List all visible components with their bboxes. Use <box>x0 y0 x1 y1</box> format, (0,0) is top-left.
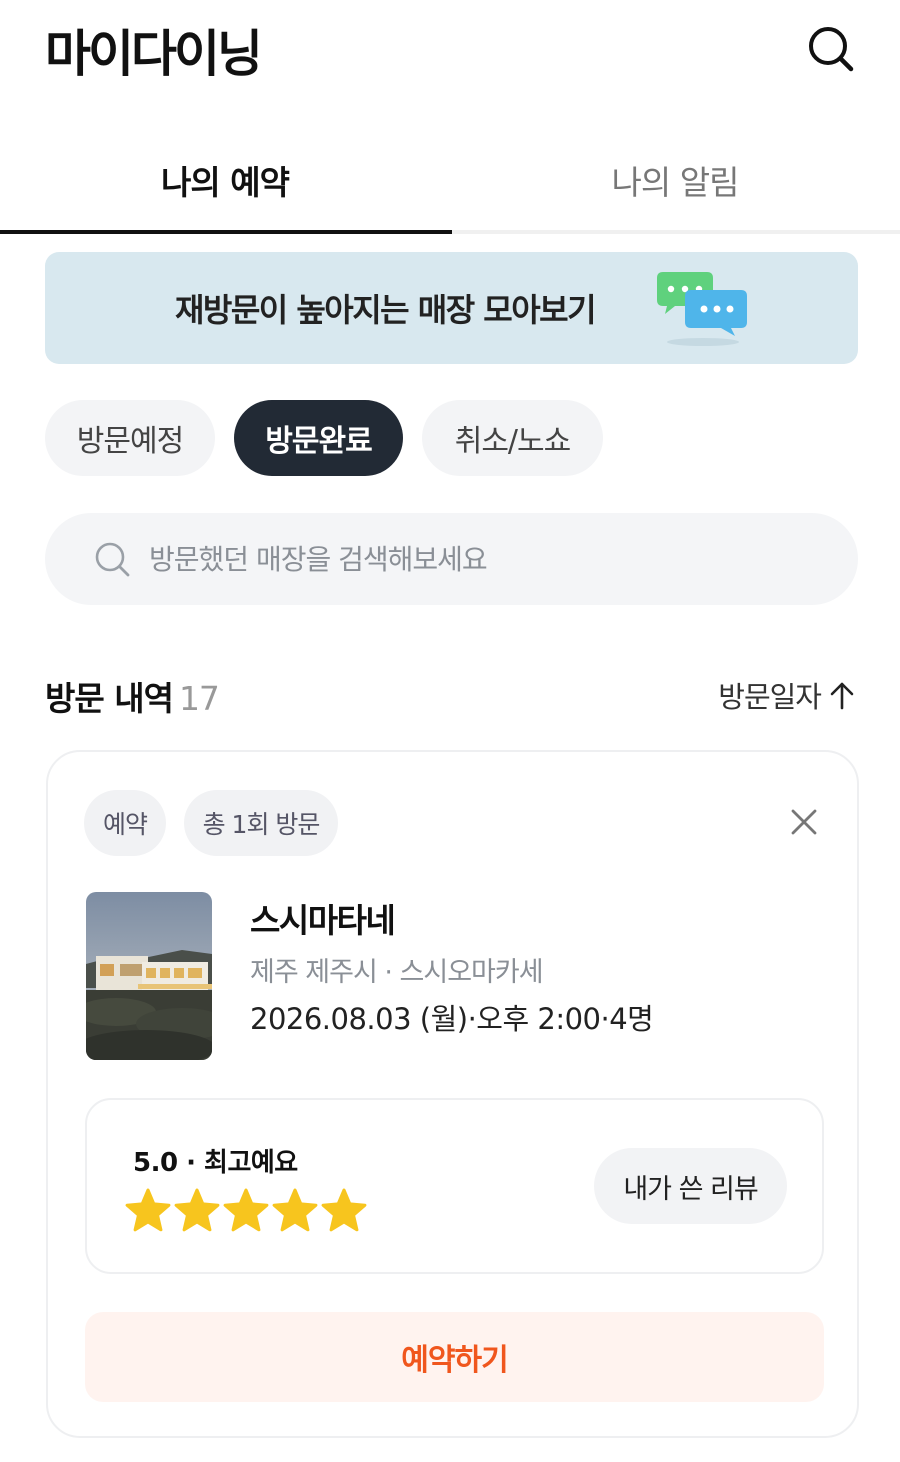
revisit-stores-banner[interactable]: 재방문이 높아지는 매장 모아보기 <box>45 252 858 364</box>
chat-bubbles-icon <box>657 272 747 346</box>
store-photo <box>86 892 212 1060</box>
filter-chip-completed[interactable]: 방문완료 <box>234 400 403 476</box>
star-icon <box>321 1188 367 1232</box>
store-search-bar[interactable] <box>45 513 858 605</box>
visit-history-title: 방문 내역 17 <box>45 672 220 720</box>
star-icon <box>272 1188 318 1232</box>
tab-bar: 나의 예약 나의 알림 <box>0 130 900 234</box>
reserve-button[interactable]: 예약하기 <box>85 1312 824 1402</box>
reservation-datetime: 2026.08.03 (월)·오후 2:00·4명 <box>250 1002 654 1036</box>
close-icon <box>791 809 817 835</box>
section-title-text: 방문 내역 <box>45 679 174 718</box>
visit-card: 예약 총 1회 방문 스시마타네 제주 제주시 · 스시오마카세 2026.08… <box>46 750 859 1438</box>
store-name[interactable]: 스시마타네 <box>250 894 396 942</box>
arrow-up-icon <box>830 682 854 710</box>
banner-text: 재방문이 높아지는 매장 모아보기 <box>174 291 597 329</box>
store-thumbnail[interactable] <box>86 892 212 1060</box>
sort-label: 방문일자 <box>718 680 822 714</box>
star-icon <box>174 1188 220 1232</box>
search-input[interactable] <box>149 535 799 583</box>
close-button[interactable] <box>786 804 822 840</box>
tag-reservation: 예약 <box>84 790 166 856</box>
tag-visit-count: 총 1회 방문 <box>184 790 338 856</box>
store-location-category: 제주 제주시 · 스시오마카세 <box>250 957 544 988</box>
star-icon <box>125 1188 171 1232</box>
filter-chip-cancelled[interactable]: 취소/노쇼 <box>422 400 603 476</box>
page-title: 마이다이닝 <box>45 25 263 83</box>
review-summary: 5.0 · 최고예요 내가 쓴 리뷰 <box>85 1098 824 1274</box>
search-button[interactable] <box>804 22 858 76</box>
visit-count: 17 <box>178 679 220 718</box>
tab-active-indicator <box>0 230 452 234</box>
sort-by-date-button[interactable]: 방문일자 <box>718 674 855 716</box>
search-icon <box>95 542 130 577</box>
tab-my-reservations[interactable]: 나의 예약 <box>0 130 450 230</box>
header: 마이다이닝 <box>0 0 900 110</box>
search-icon <box>809 27 854 72</box>
tab-my-notifications[interactable]: 나의 알림 <box>450 130 900 230</box>
rating-text: 5.0 · 최고예요 <box>133 1148 298 1178</box>
my-review-button[interactable]: 내가 쓴 리뷰 <box>594 1148 787 1224</box>
filter-chip-upcoming[interactable]: 방문예정 <box>45 400 215 476</box>
star-icon <box>223 1188 269 1232</box>
